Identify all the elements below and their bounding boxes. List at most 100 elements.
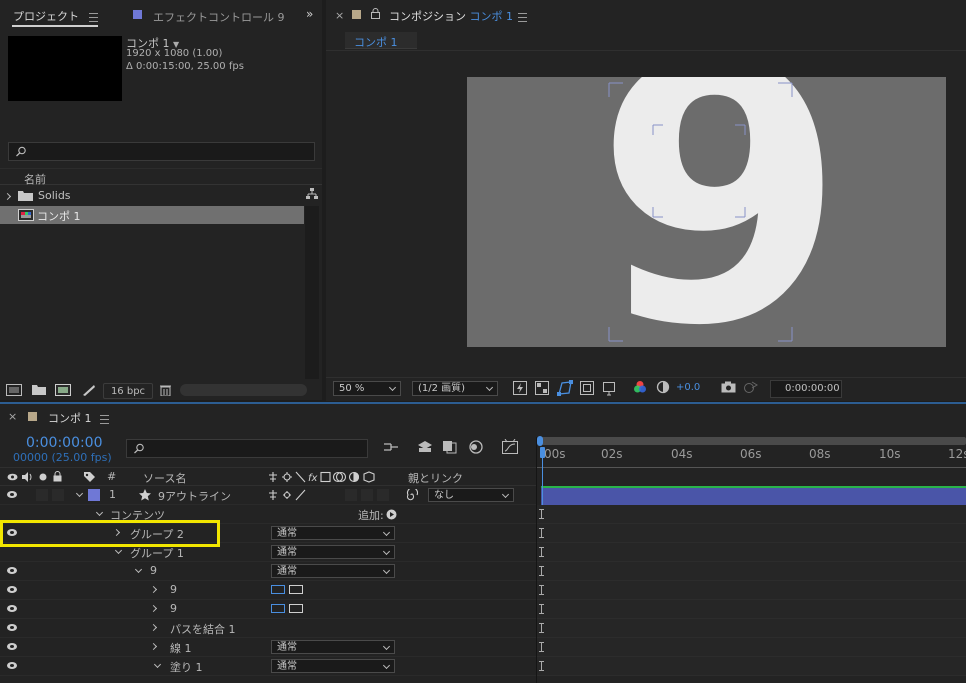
project-menu-icon[interactable] xyxy=(89,12,98,25)
group-track[interactable] xyxy=(537,543,966,562)
eye-icon[interactable] xyxy=(7,491,17,498)
eye-icon[interactable] xyxy=(7,473,18,481)
merge-paths-row[interactable]: パスを結合 1 xyxy=(0,619,536,638)
trash-icon[interactable] xyxy=(160,384,171,396)
blend-mode-dropdown[interactable]: 通常 xyxy=(271,545,395,559)
mask-visibility-icon[interactable] xyxy=(557,380,573,396)
expand-arrow-icon[interactable] xyxy=(149,623,158,632)
add-label[interactable]: 追加: xyxy=(358,507,384,523)
path-row[interactable]: 9 xyxy=(0,581,536,600)
project-search-field[interactable] xyxy=(31,144,305,160)
path-track[interactable] xyxy=(537,581,966,600)
exposure-value[interactable]: +0.0 xyxy=(676,382,700,393)
group-row[interactable]: 9 通常 xyxy=(0,562,536,581)
expand-arrow-icon[interactable] xyxy=(3,192,12,201)
merge-paths-track[interactable] xyxy=(537,619,966,638)
collapse-arrow-icon[interactable] xyxy=(95,508,104,517)
comp-timecode-field[interactable]: 0:00:00:00 xyxy=(770,380,842,398)
color-channels-icon[interactable] xyxy=(633,380,647,394)
layer-label-swatch[interactable] xyxy=(88,489,100,501)
eye-icon[interactable] xyxy=(7,586,17,593)
group-row[interactable]: グループ 1 通常 xyxy=(0,543,536,562)
interpret-footage-icon[interactable] xyxy=(6,384,22,396)
layer-track-bar[interactable] xyxy=(541,486,966,505)
comp-breadcrumb[interactable]: コンポ 1 xyxy=(345,32,417,49)
fast-preview-icon[interactable] xyxy=(513,381,527,395)
tab-effect-controls[interactable]: エフェクトコントロール 9 xyxy=(153,9,285,25)
add-play-icon[interactable] xyxy=(386,509,397,520)
col-name-header[interactable]: 名前 xyxy=(24,171,46,187)
resolution-dropdown[interactable]: (1/2 画質) xyxy=(412,381,498,396)
comp-flowchart-icon[interactable] xyxy=(383,441,399,454)
bpc-button[interactable]: 16 bpc xyxy=(103,383,153,399)
col-parent-header[interactable]: 親とリンク xyxy=(408,470,463,486)
lock-icon[interactable] xyxy=(371,8,380,19)
path-direction-icon[interactable] xyxy=(289,604,303,613)
region-of-interest-icon[interactable] xyxy=(580,381,594,395)
shy-layers-icon[interactable] xyxy=(442,440,457,454)
project-zoom-slider[interactable] xyxy=(180,384,307,396)
snapshot-icon[interactable] xyxy=(721,381,736,393)
layer-switch-icons[interactable] xyxy=(268,489,316,501)
new-folder-icon[interactable] xyxy=(32,385,46,395)
blend-mode-dropdown[interactable]: 通常 xyxy=(271,640,395,654)
exposure-reset-icon[interactable] xyxy=(656,380,670,394)
switch-box[interactable] xyxy=(377,489,389,501)
expand-arrow-icon[interactable] xyxy=(149,642,158,651)
lock-switch[interactable] xyxy=(52,489,64,501)
comp-canvas[interactable]: 9 xyxy=(467,77,946,347)
path-track[interactable] xyxy=(537,600,966,619)
project-scrollbar[interactable] xyxy=(305,206,319,379)
solo-switch[interactable] xyxy=(36,489,48,501)
eye-icon[interactable] xyxy=(7,605,17,612)
label-tag-icon[interactable] xyxy=(83,471,95,483)
layer-name[interactable]: 9アウトライン xyxy=(158,488,231,504)
show-snapshot-icon[interactable] xyxy=(743,380,758,394)
zoom-dropdown[interactable]: 50 % xyxy=(333,381,401,396)
project-item-solids[interactable]: Solids xyxy=(0,187,304,205)
collapse-arrow-icon[interactable] xyxy=(134,565,143,574)
close-icon[interactable]: × xyxy=(8,410,17,423)
col-source-name-header[interactable]: ソース名 xyxy=(143,470,186,486)
contents-track[interactable] xyxy=(537,505,966,524)
collapse-arrow-icon[interactable] xyxy=(114,546,123,555)
tab-composition[interactable]: コンポジション コンポ 1 xyxy=(389,8,513,24)
solo-icon[interactable] xyxy=(39,473,47,481)
parent-dropdown[interactable]: なし xyxy=(428,488,514,502)
eye-icon[interactable] xyxy=(7,624,17,631)
group-track[interactable] xyxy=(537,524,966,543)
lock-icon[interactable] xyxy=(53,471,62,482)
tab-project[interactable]: プロジェクト xyxy=(13,8,79,24)
timeline-search-input[interactable] xyxy=(126,439,368,458)
stroke-row[interactable]: 線 1 通常 xyxy=(0,638,536,657)
work-area-bar[interactable] xyxy=(540,437,966,445)
transparency-grid-icon[interactable] xyxy=(535,381,549,395)
timeline-timecode[interactable]: 0:00:00:00 xyxy=(26,435,103,451)
draft-3d-icon[interactable] xyxy=(417,440,433,454)
project-search-input[interactable] xyxy=(8,142,315,161)
tab-timeline[interactable]: コンポ 1 xyxy=(48,410,92,426)
expand-arrow-icon[interactable] xyxy=(149,604,158,613)
path-direction-icon[interactable] xyxy=(271,585,285,594)
group-track[interactable] xyxy=(537,562,966,581)
project-item-comp[interactable]: コンポ 1 xyxy=(0,206,304,224)
work-area-start[interactable] xyxy=(537,436,543,446)
guides-icon[interactable] xyxy=(601,380,617,396)
composition-menu-icon[interactable] xyxy=(518,12,527,25)
path-direction-icon[interactable] xyxy=(271,604,285,613)
eye-icon[interactable] xyxy=(7,567,17,574)
switch-box[interactable] xyxy=(345,489,357,501)
eye-icon[interactable] xyxy=(7,643,17,650)
layer-row[interactable]: 1 9アウトライン なし xyxy=(0,486,536,505)
eye-icon[interactable] xyxy=(7,662,17,669)
blend-mode-dropdown[interactable]: 通常 xyxy=(271,659,395,673)
stroke-track[interactable] xyxy=(537,638,966,657)
graph-editor-icon[interactable] xyxy=(502,439,518,454)
collapse-arrow-icon[interactable] xyxy=(153,660,162,669)
switch-box[interactable] xyxy=(361,489,373,501)
blend-mode-dropdown[interactable]: 通常 xyxy=(271,564,395,578)
flowchart-icon[interactable] xyxy=(306,188,318,200)
pick-whip-icon[interactable] xyxy=(406,489,418,501)
timeline-menu-icon[interactable] xyxy=(100,414,109,427)
frame-blending-icon[interactable] xyxy=(468,440,484,454)
